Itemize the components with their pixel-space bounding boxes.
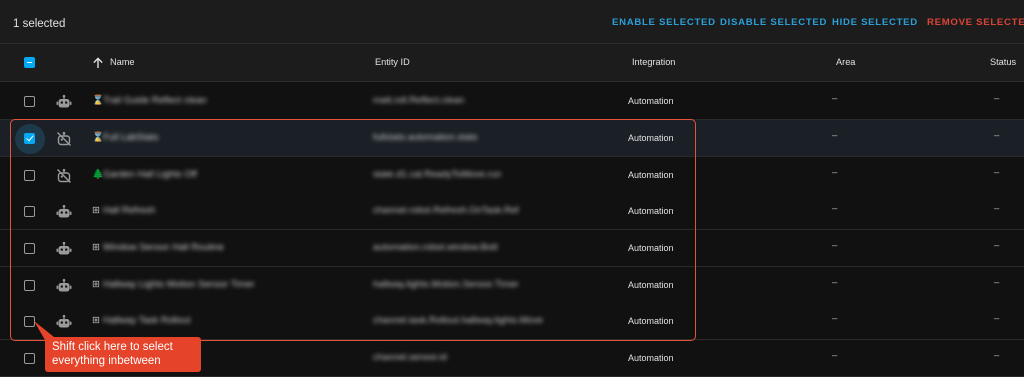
table-row[interactable]: ⊞ Window Sensor Hall Routine automation.ro… xyxy=(0,230,1024,267)
entity-name-text: Trail Guide Reflect clean xyxy=(103,95,207,106)
integration-cell: Automation xyxy=(628,243,674,253)
row-select-checkbox[interactable] xyxy=(24,353,35,364)
column-header-name[interactable]: Name xyxy=(110,57,135,67)
entity-name[interactable]: ⊞ Hallway Lights Motion Sensor Timer xyxy=(92,279,255,290)
disable-selected-button[interactable]: DISABLE SELECTED xyxy=(720,17,827,28)
table-header: Name Entity ID Integration Area Status xyxy=(0,44,1024,82)
area-cell: – xyxy=(832,313,838,324)
status-cell: – xyxy=(994,240,1000,251)
status-cell: – xyxy=(994,93,1000,104)
row-select-checkbox[interactable] xyxy=(24,280,35,291)
status-cell: – xyxy=(994,203,1000,214)
entity-glyph-icon: ⌛ xyxy=(92,95,104,106)
column-header-area[interactable]: Area xyxy=(836,57,855,67)
integration-cell: Automation xyxy=(628,133,674,143)
integration-cell: Automation xyxy=(628,316,674,326)
status-cell: – xyxy=(994,313,1000,324)
annotation-callout-text: Shift click here to select everything in… xyxy=(52,341,173,367)
remove-selected-button[interactable]: REMOVE SELECTED xyxy=(927,17,1024,28)
entity-glyph-icon: ⌛ xyxy=(92,132,104,143)
area-cell: – xyxy=(832,93,838,104)
column-header-status[interactable]: Status xyxy=(990,57,1016,67)
hide-selected-button[interactable]: HIDE SELECTED xyxy=(832,17,918,28)
entity-name-text: Hallway Lights Motion Sensor Timer xyxy=(103,279,255,290)
status-cell: – xyxy=(994,350,1000,361)
entity-id: channel.robot.Refresh.OnTask.Ref xyxy=(373,205,519,216)
integration-cell: Automation xyxy=(628,280,674,290)
entity-name[interactable]: ⌛Full LabStats xyxy=(92,132,158,143)
row-select-checkbox[interactable] xyxy=(24,170,35,181)
entity-name[interactable]: ⊞ Hallway Task Rollout xyxy=(92,315,190,326)
robot-icon xyxy=(56,278,72,294)
integration-cell: Automation xyxy=(628,170,674,180)
area-cell: – xyxy=(832,130,838,141)
row-select-checkbox[interactable] xyxy=(24,243,35,254)
entity-id: channel.task.Rollout.hallway.lights.Move xyxy=(373,315,543,326)
row-select-checkbox[interactable] xyxy=(24,96,35,107)
selected-count: 1 selected xyxy=(13,18,66,30)
selection-toolbar: 1 selected ENABLE SELECTED DISABLE SELEC… xyxy=(0,0,1024,44)
robot-icon xyxy=(56,204,72,220)
table-row[interactable]: ⊞ Hallway Task Rollout channel.task.Rollou… xyxy=(0,303,1024,340)
entity-id: automation.robot.window.Bott xyxy=(373,242,498,253)
column-header-integration[interactable]: Integration xyxy=(632,57,675,67)
entity-name-text: Hall Refresh xyxy=(103,205,156,216)
table-row[interactable]: ⌛Full LabStats fullstats.automation.stats… xyxy=(0,120,1024,157)
table-row[interactable]: ⊞ Hall Refresh channel.robot.Refresh.OnTas… xyxy=(0,193,1024,230)
column-header-entity-id[interactable]: Entity ID xyxy=(375,57,410,67)
entity-id: state.d1.cal.ReadyToMove.run xyxy=(373,169,502,180)
area-cell: – xyxy=(832,240,838,251)
row-select-checkbox[interactable] xyxy=(24,133,35,144)
entity-id: hallway.lights.Motion.Sensor.Timer xyxy=(373,279,519,290)
area-cell: – xyxy=(832,350,838,361)
area-cell: – xyxy=(832,277,838,288)
entity-name[interactable]: ⊞ Hall Refresh xyxy=(92,205,155,216)
entity-glyph-icon: 🌲 xyxy=(92,169,104,180)
entity-glyph-icon: ⊞ xyxy=(92,279,100,290)
select-all-checkbox[interactable] xyxy=(24,57,35,68)
integration-cell: Automation xyxy=(628,96,674,106)
table-row[interactable]: ⌛Trail Guide Reflect clean matt.roll.Refl… xyxy=(0,83,1024,120)
status-cell: – xyxy=(994,167,1000,178)
entity-id: fullstats.automation.stats xyxy=(373,132,478,143)
entity-glyph-icon: ⊞ xyxy=(92,315,100,326)
arrow-up-icon[interactable] xyxy=(92,57,104,69)
enable-selected-button[interactable]: ENABLE SELECTED xyxy=(612,17,716,28)
robot-icon xyxy=(56,94,72,110)
entity-name-text: Garden Hall Lights Off xyxy=(103,169,197,180)
entity-name-text: Full LabStats xyxy=(103,132,159,143)
integration-cell: Automation xyxy=(628,206,674,216)
entity-name-text: Hallway Task Rollout xyxy=(103,315,191,326)
area-cell: – xyxy=(832,167,838,178)
status-cell: – xyxy=(994,277,1000,288)
entity-name-text: Window Sensor Hall Routine xyxy=(103,242,224,253)
area-cell: – xyxy=(832,203,838,214)
entity-glyph-icon: ⊞ xyxy=(92,205,100,216)
robot-off-icon xyxy=(56,168,72,184)
entity-id: matt.roll.Reflect.clean xyxy=(373,95,465,106)
entity-name[interactable]: ⌛Trail Guide Reflect clean xyxy=(92,95,207,106)
robot-off-icon xyxy=(56,131,72,147)
entity-glyph-icon: ⊞ xyxy=(92,242,100,253)
integration-cell: Automation xyxy=(628,353,674,363)
table-row[interactable]: ⊞ Hallway Lights Motion Sensor Timer hallw… xyxy=(0,267,1024,304)
table-row[interactable]: 🌲Garden Hall Lights Off state.d1.cal.Read… xyxy=(0,157,1024,194)
entity-name[interactable]: 🌲Garden Hall Lights Off xyxy=(92,169,197,180)
status-cell: – xyxy=(994,130,1000,141)
robot-icon xyxy=(56,241,72,257)
entity-name[interactable]: ⊞ Window Sensor Hall Routine xyxy=(92,242,224,253)
entity-id: channel.sensor.id xyxy=(373,352,447,363)
row-select-checkbox[interactable] xyxy=(24,206,35,217)
annotation-callout: Shift click here to select everything in… xyxy=(45,337,201,372)
